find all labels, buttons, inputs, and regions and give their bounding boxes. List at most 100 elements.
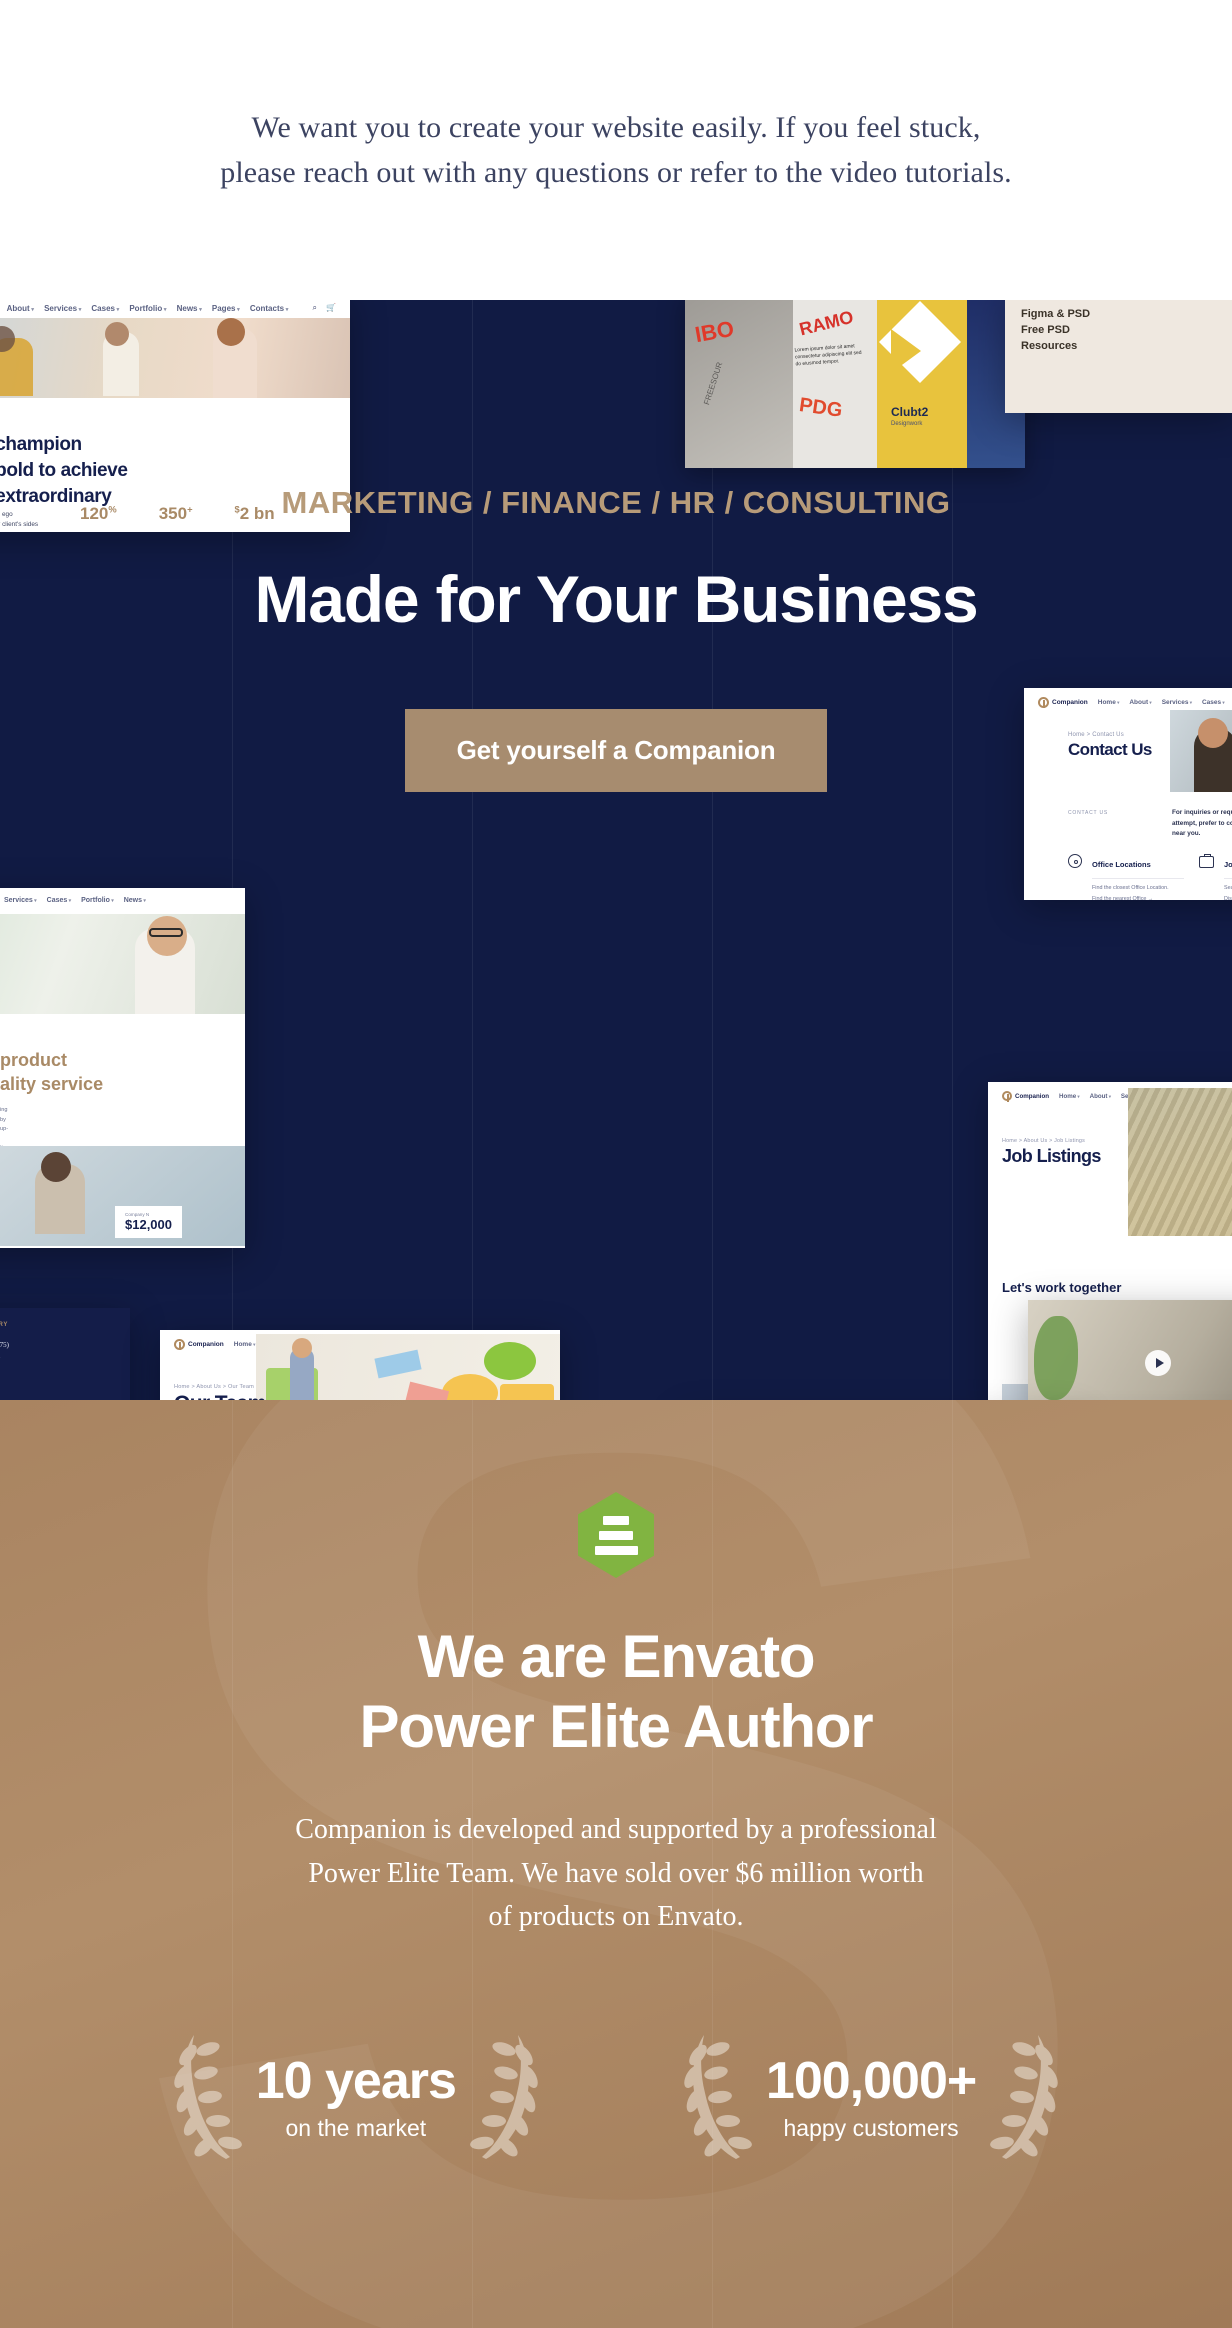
service-price: $12,000 xyxy=(125,1217,172,1232)
service-heading: product ality service xyxy=(0,1048,103,1097)
play-icon xyxy=(1155,1357,1164,1368)
envato-content: We are Envato Power Elite Author Compani… xyxy=(0,1400,1232,2167)
service-price-tag: Company N $12,000 xyxy=(115,1206,182,1238)
companion-ring-icon xyxy=(1002,1091,1012,1102)
nav-item-2[interactable]: Services xyxy=(44,304,81,313)
service-nav[interactable]: Services Cases Portfolio News xyxy=(4,897,146,904)
companion-logo-team: Companion xyxy=(174,1339,224,1350)
nav-item-4[interactable]: Portfolio xyxy=(129,304,166,313)
card-video-promo[interactable] xyxy=(1028,1300,1232,1400)
get-companion-button[interactable]: Get yourself a Companion xyxy=(404,709,828,792)
hero-headline: Made for Your Business xyxy=(254,562,979,636)
landing-page: We want you to create your website easil… xyxy=(0,0,1232,2328)
card-our-team[interactable]: Companion Home About Services Pages Port… xyxy=(160,1330,560,1400)
envato-heading: We are Envato Power Elite Author xyxy=(0,1622,1232,1762)
jobs-hero-photo xyxy=(1128,1088,1232,1236)
nav-item-5[interactable]: News xyxy=(124,897,146,904)
envato-section: S We are Envato Power Elite Author Compa… xyxy=(0,1400,1232,2328)
service-hero-photo xyxy=(0,914,245,1014)
about-icons: ⌕ 🛒 xyxy=(313,303,336,313)
about-heading-l2: the bold to achieve xyxy=(0,460,128,482)
companion-ring-icon xyxy=(174,1339,185,1350)
about-hero-photo xyxy=(0,318,350,398)
nav-item-2[interactable]: Services xyxy=(4,897,37,904)
intro-line-2: please reach out with any questions or r… xyxy=(220,156,1012,189)
contact-block-1-link[interactable]: Discover open positions → xyxy=(1224,896,1232,900)
stat-years-number: 10 years xyxy=(255,2052,457,2111)
envato-hex-icon xyxy=(578,1492,654,1578)
jobs-page-title: Job Listings xyxy=(1002,1146,1101,1166)
play-button[interactable] xyxy=(1145,1349,1171,1376)
nav-item-3[interactable]: Cases xyxy=(91,304,119,313)
summary-item-2: Choose Options xyxy=(0,1366,114,1380)
jobs-breadcrumb: Home > About Us > Job Listings xyxy=(1002,1138,1086,1144)
summary-items: Market Analysis ($75) Marketing Strategy… xyxy=(0,1338,114,1400)
moodboard-tile-3: Clubt2 Designwork xyxy=(877,300,967,468)
envato-paragraph: Companion is developed and supported by … xyxy=(0,1808,1232,1938)
summary-item-3: Sales Audit xyxy=(0,1380,114,1394)
jobs-heading: Let's work together xyxy=(1002,1280,1122,1295)
stat-years-text: 10 years on the market xyxy=(255,2051,457,2142)
intro-paragraph: We want you to create your website easil… xyxy=(220,105,1012,195)
stat-customers-text: 100,000+ happy customers xyxy=(765,2051,977,2142)
envato-para-l3: of products on Envato. xyxy=(488,1901,744,1933)
stat-years: 10 years on the market xyxy=(164,2027,548,2167)
psd-line-2: Free PSD xyxy=(1021,323,1070,336)
envato-heading-l2: Power Elite Author xyxy=(359,1693,874,1761)
team-page-title: Our Team xyxy=(174,1392,266,1400)
psd-text: Figma & PSD Free PSD Resources xyxy=(1005,300,1232,369)
summary-item-1: Marketing Strategy xyxy=(0,1352,114,1366)
nav-item-1[interactable]: About xyxy=(7,304,34,313)
about-nav[interactable]: Home About Services Cases Portfolio News… xyxy=(0,304,288,313)
psd-line-3: Resources xyxy=(1021,339,1078,352)
stat-years-label: on the market xyxy=(285,2115,427,2142)
contact-block-1[interactable]: Job Search Search for jobs and roles. Di… xyxy=(1199,853,1232,900)
card-moodboard[interactable]: IBO FREESOUR RAMO Lorem ipsum dolor sit … xyxy=(685,300,1025,468)
envato-bar-2 xyxy=(599,1530,633,1540)
club-name: Clubt2 xyxy=(891,405,929,419)
hero-eyebrow: MARKETING / FINANCE / HR / CONSULTING xyxy=(281,485,951,520)
envato-stats: 10 years on the market 100,000+ happy cu… xyxy=(0,2027,1232,2167)
envato-heading-l1: We are Envato xyxy=(417,1623,816,1690)
laurel-right-icon xyxy=(470,2034,538,2159)
team-breadcrumb: Home > About Us > Our Team xyxy=(174,1384,255,1390)
cart-icon[interactable]: 🛒 xyxy=(326,303,336,313)
nav-item-5[interactable]: News xyxy=(177,304,202,313)
summary-item-0: Market Analysis ($75) xyxy=(0,1341,9,1349)
moodboard-tile-2: RAMO Lorem ipsum dolor sit amet consecte… xyxy=(793,300,877,468)
briefcase-icon xyxy=(1199,853,1214,868)
envato-para-l1: Companion is developed and supported by … xyxy=(295,1814,937,1846)
contact-block-0[interactable]: Office Locations Find the closest Office… xyxy=(1068,854,1184,900)
search-icon[interactable]: ⌕ xyxy=(313,303,317,313)
envato-bar-1 xyxy=(603,1515,629,1525)
card-total-summary[interactable]: TOTAL SUMMARY Market Analysis ($75) Mark… xyxy=(0,1308,130,1400)
nav-item-6[interactable]: Pages xyxy=(212,304,240,313)
nav-item-0[interactable]: Home xyxy=(1059,1093,1080,1100)
moodboard-tile-1: IBO FREESOUR xyxy=(685,300,793,468)
card-quality-service[interactable]: Services Cases Portfolio News product al… xyxy=(0,888,245,1248)
stat-customers-label: happy customers xyxy=(783,2115,959,2142)
stat-customers-number: 100,000+ xyxy=(765,2052,977,2111)
nav-item-0[interactable]: Home xyxy=(234,1341,256,1348)
nav-item-1[interactable]: About xyxy=(1090,1093,1111,1100)
contact-block-1-sub: Search for jobs and roles. xyxy=(1224,878,1232,891)
nav-item-7[interactable]: Contacts xyxy=(250,304,289,313)
psd-line-1: Figma & PSD xyxy=(1021,308,1091,320)
nav-item-4[interactable]: Portfolio xyxy=(81,897,114,904)
contact-block-0-link[interactable]: Find the nearest Office → xyxy=(1092,896,1184,900)
envato-para-l2: Power Elite Team. We have sold over $6 m… xyxy=(308,1857,924,1889)
pin-icon xyxy=(1068,854,1082,868)
contact-block-0-title: Office Locations xyxy=(1092,860,1151,869)
contact-block-1-title: Job Search xyxy=(1224,860,1232,869)
contact-block-0-sub: Find the closest Office Location. xyxy=(1092,878,1184,891)
nav-item-3[interactable]: Cases xyxy=(47,897,71,904)
hero-content: MARKETING / FINANCE / HR / CONSULTING Ma… xyxy=(0,485,1232,792)
intro-section: We want you to create your website easil… xyxy=(0,0,1232,300)
service-heading-l1: product xyxy=(0,1050,67,1070)
companion-wordmark: Companion xyxy=(188,1341,224,1348)
card-psd-resources[interactable]: Figma & PSD Free PSD Resources xyxy=(1005,300,1232,413)
contact-label: CONTACT US xyxy=(1068,810,1109,816)
about-heading-l1: We champion xyxy=(0,434,82,455)
contact-block-1-text: Job Search Search for jobs and roles. Di… xyxy=(1224,854,1232,900)
envato-bar-3 xyxy=(594,1545,638,1555)
